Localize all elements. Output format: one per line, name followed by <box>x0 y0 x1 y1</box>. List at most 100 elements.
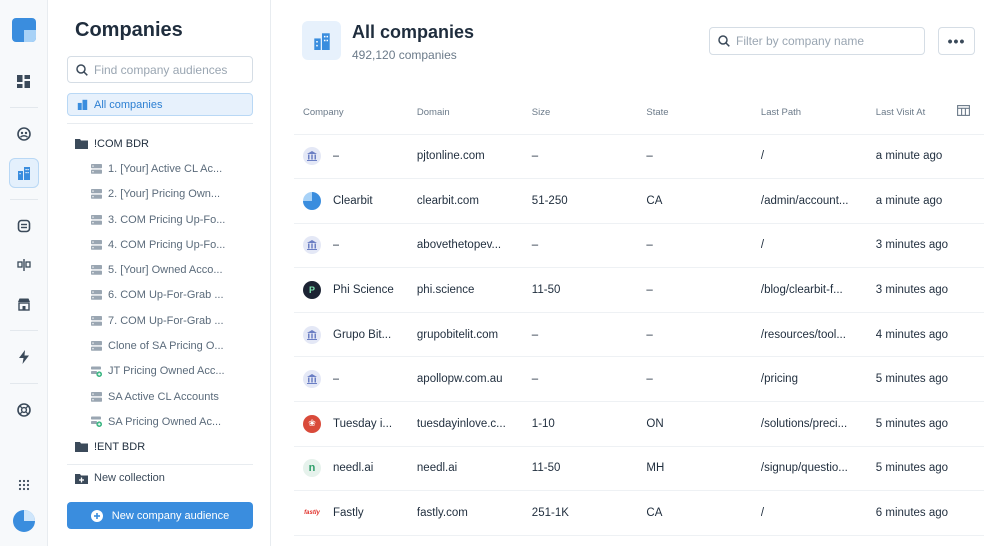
new-collection-button[interactable]: New collection <box>75 472 165 484</box>
column-settings[interactable] <box>948 91 984 135</box>
state-cell: CA <box>637 178 752 224</box>
size-cell: 11-50 <box>522 267 638 313</box>
company-cell[interactable]: n needl.ai <box>294 446 408 492</box>
last-path-cell: / <box>751 223 867 269</box>
collection-folder[interactable]: !ENT BDR <box>75 437 255 457</box>
last-visit-cell: 4 minutes ago <box>866 312 949 358</box>
domain-cell[interactable]: phi.science <box>407 267 523 313</box>
audience-item[interactable]: SA Pricing Owned Ac... <box>75 412 255 432</box>
audience-search[interactable] <box>67 56 253 83</box>
domain-cell[interactable]: fastly.com <box>407 490 523 536</box>
audience-item-label: 6. COM Up-For-Grab ... <box>108 289 224 302</box>
domain-cell[interactable]: abovethetopev... <box>407 223 523 269</box>
store-icon[interactable] <box>9 289 39 319</box>
building-icon <box>307 151 317 162</box>
list-sync-icon <box>91 416 102 428</box>
company-name: – <box>333 239 340 252</box>
people-icon[interactable] <box>9 119 39 149</box>
audience-item-label: 3. COM Pricing Up-Fo... <box>108 213 226 226</box>
domain-cell[interactable]: clearbit.com <box>407 178 523 224</box>
row-spacer <box>948 178 984 224</box>
more-options-button[interactable]: ••• <box>938 27 975 55</box>
all-companies-item[interactable]: All companies <box>67 93 253 116</box>
table-row[interactable]: P Phi Science phi.science 11-50–/blog/clear… <box>294 267 984 313</box>
audience-item[interactable]: 7. COM Up-For-Grab ... <box>75 311 255 331</box>
table-row[interactable]: n needl.ai needl.ai 11-50 MH/signup/questio.… <box>294 446 984 492</box>
audience-item[interactable]: SA Active CL Accounts <box>75 387 255 407</box>
audience-item[interactable]: 6. COM Up-For-Grab ... <box>75 285 255 305</box>
domain-cell[interactable]: grupobitelit.com <box>407 312 523 358</box>
compare-icon[interactable] <box>9 250 39 280</box>
table-row[interactable]: – apollopw.com.au – –/pricing 5 minutes ago <box>294 356 984 403</box>
domain-cell[interactable]: tuesdayinlove.c... <box>407 401 523 447</box>
row-spacer <box>948 267 984 313</box>
table-row[interactable]: Grupo Bit... grupobitelit.com – –/resources… <box>294 312 984 358</box>
audience-item[interactable]: 1. [Your] Active CL Ac... <box>75 159 255 179</box>
table-row[interactable]: Clearbit clearbit.com 51-250 CA/admin/accou… <box>294 178 984 224</box>
domain-cell[interactable]: pjtonline.com <box>407 134 523 180</box>
company-cell[interactable]: – <box>294 134 408 180</box>
column-state[interactable]: State <box>637 91 752 135</box>
list-icon <box>91 265 102 275</box>
plus-circle-icon <box>90 509 103 522</box>
column-company[interactable]: Company <box>294 91 408 135</box>
company-filter[interactable] <box>709 27 925 55</box>
columns-icon[interactable] <box>957 105 970 117</box>
company-name: Clearbit <box>333 194 373 207</box>
audience-item[interactable]: Clone of SA Pricing O... <box>75 336 255 356</box>
audience-search-input[interactable] <box>94 62 244 77</box>
last-path-cell: /resources/tool... <box>751 312 867 358</box>
domain-text: tuesdayinlove.c... <box>416 417 506 430</box>
collection-folder[interactable]: !COM BDR <box>75 134 255 154</box>
dashboard-icon[interactable] <box>9 66 39 96</box>
company-cell[interactable]: – <box>294 223 408 269</box>
company-cell[interactable]: – <box>294 356 408 403</box>
page-title: All companies <box>352 22 475 42</box>
audience-item[interactable]: JT Pricing Owned Acc... <box>75 361 255 381</box>
company-cell[interactable]: P Phi Science <box>294 267 408 313</box>
help-icon[interactable] <box>9 395 39 425</box>
companies-icon <box>77 99 88 110</box>
apps-grid-icon[interactable] <box>18 478 30 496</box>
company-cell[interactable]: Clearbit <box>294 178 408 224</box>
company-cell[interactable]: fastly Fastly <box>294 490 408 536</box>
domain-text: abovethetopev... <box>416 239 502 252</box>
audience-item[interactable]: 3. COM Pricing Up-Fo... <box>75 210 255 230</box>
column-domain[interactable]: Domain <box>407 91 523 135</box>
company-cell[interactable]: Grupo Bit... <box>294 312 408 358</box>
table-row[interactable]: fastly Fastly fastly.com 251-1K CA / 6 minutes… <box>294 490 984 536</box>
lightning-icon[interactable] <box>9 342 39 372</box>
table-row[interactable]: ❀ Tuesday i... tuesdayinlove.c... 1-10 ON/so… <box>294 401 984 447</box>
companies-icon[interactable] <box>8 158 39 188</box>
company-name: Grupo Bit... <box>333 328 392 341</box>
company-cell[interactable]: ❀ Tuesday i... <box>294 401 408 447</box>
clearbit-logo[interactable] <box>11 18 36 42</box>
company-logo: ❀ <box>303 414 321 433</box>
last-path-text: /resources/tool... <box>760 328 846 341</box>
company-logo-text: fastly <box>304 510 320 517</box>
column-last-path[interactable]: Last Path <box>751 91 867 135</box>
company-name: – <box>333 150 340 163</box>
audience-item[interactable]: 5. [Your] Owned Acco... <box>75 260 255 280</box>
folder-icon <box>75 442 88 453</box>
user-avatar[interactable] <box>12 510 35 532</box>
new-company-audience-button[interactable]: New company audience <box>67 502 253 529</box>
company-name: Phi Science <box>333 284 394 297</box>
audience-item[interactable]: 2. [Your] Pricing Own... <box>75 184 255 204</box>
table-row[interactable]: – pjtonline.com – – / a minute ago <box>294 134 984 180</box>
audience-item-label: 5. [Your] Owned Acco... <box>108 264 223 277</box>
domain-cell[interactable]: needl.ai <box>407 446 523 492</box>
audience-item[interactable]: 4. COM Pricing Up-Fo... <box>75 235 255 255</box>
column-size[interactable]: Size <box>522 91 638 135</box>
list-icon <box>91 341 102 351</box>
domain-text: clearbit.com <box>416 194 479 207</box>
column-last-visit[interactable]: Last Visit At <box>866 91 949 135</box>
company-filter-input[interactable] <box>736 34 916 48</box>
last-visit-cell: 6 minutes ago <box>866 490 949 536</box>
database-icon[interactable] <box>9 211 39 241</box>
row-spacer <box>948 223 984 269</box>
last-visit-cell: 5 minutes ago <box>866 401 949 447</box>
domain-cell[interactable]: apollopw.com.au <box>407 356 523 403</box>
table-row[interactable]: – abovethetopev... – –/3 minutes ago <box>294 223 984 269</box>
company-logo-text: ❀ <box>308 418 316 429</box>
